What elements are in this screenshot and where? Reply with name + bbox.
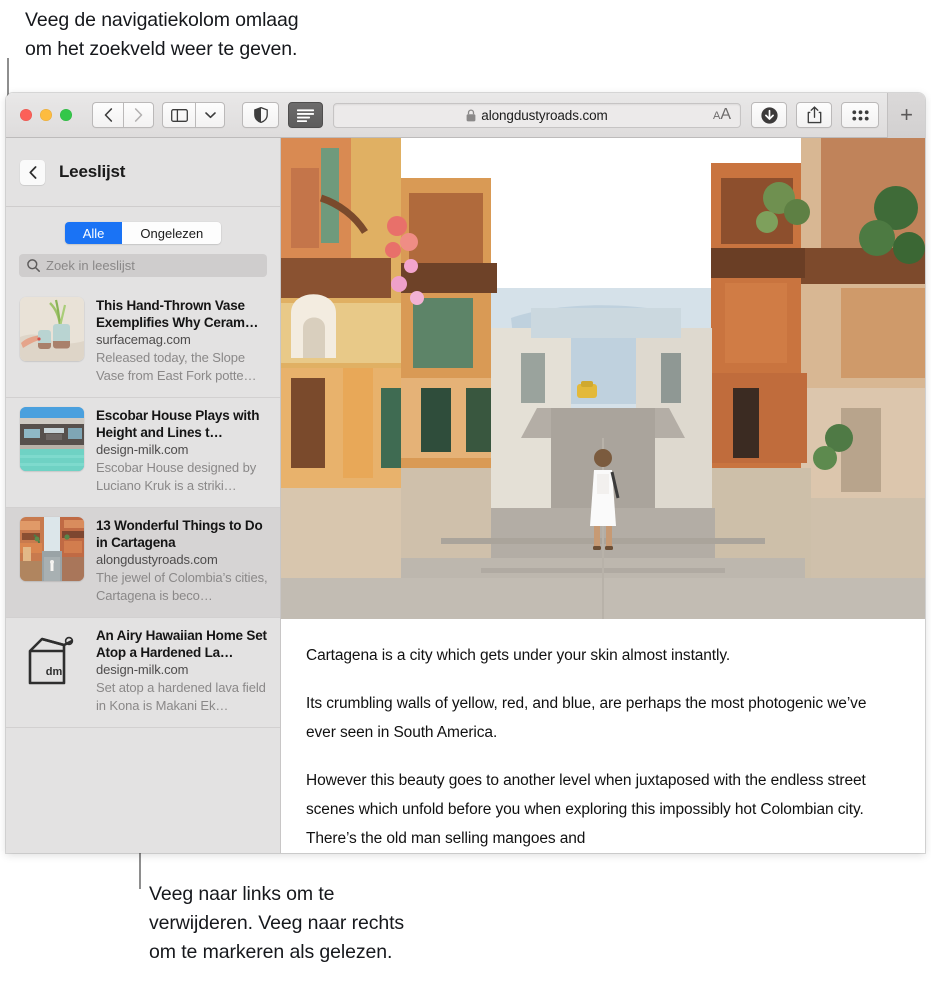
filter-unread-button[interactable]: Ongelezen [122,222,222,244]
text-size-large-label: A [720,106,731,123]
back-button[interactable] [92,102,123,128]
reading-list: This Hand-Thrown Vase Exemplifies Why Ce… [6,288,280,853]
list-item[interactable]: Escobar House Plays with Height and Line… [6,398,280,508]
download-icon [760,106,778,124]
reader-view-icon [297,108,314,122]
tab-overview-icon [851,109,869,120]
new-tab-button[interactable]: + [887,93,925,138]
list-item[interactable]: 13 Wonderful Things to Do in Cartagena a… [6,508,280,618]
list-item[interactable]: dm An Airy Hawaiian Home Set Atop a Hard… [6,618,280,728]
text-size-button[interactable]: AA [713,107,731,123]
sidebar-header: Leeslijst [6,138,280,207]
list-item-text: An Airy Hawaiian Home Set Atop a Hardene… [96,627,270,718]
thumbnail-art: dm [28,636,74,685]
callout-text-bottom: Veeg naar links om te verwijderen. Veeg … [149,883,405,963]
list-item-snippet: Set atop a hardened lava field in Kona i… [96,680,266,713]
forward-chevron-icon [134,108,143,122]
article-text: Cartagena is a city which gets under you… [281,619,925,853]
list-item-site: design-milk.com [96,662,189,677]
navigation-buttons [92,102,154,128]
article-content: 0%#cfe0ea 0%#c4bdb4 [281,138,925,853]
sidebar-controls [162,102,225,128]
share-button[interactable] [796,102,832,128]
chevron-down-icon [204,111,216,118]
list-item[interactable]: This Hand-Thrown Vase Exemplifies Why Ce… [6,288,280,398]
shield-icon [253,107,268,123]
sidebar-title: Leeslijst [59,162,126,181]
list-item-title: This Hand-Thrown Vase Exemplifies Why Ce… [96,298,259,330]
close-window-button[interactable] [20,109,32,121]
list-item-text: Escobar House Plays with Height and Line… [96,407,270,498]
privacy-report-button[interactable] [242,102,279,128]
list-item-text: This Hand-Thrown Vase Exemplifies Why Ce… [96,297,270,388]
lock-icon [466,108,476,121]
safari-window: alongdustyroads.com AA + Leeslijst Alle … [6,93,925,853]
maximize-window-button[interactable] [60,109,72,121]
search-placeholder: Zoek in leeslijst [46,258,135,273]
url-display: alongdustyroads.com [466,107,608,123]
reading-list-sidebar: Leeslijst Alle Ongelezen Zoek in leeslij… [6,138,281,853]
svg-text:dm: dm [46,666,63,678]
list-item-snippet: The jewel of Colombia’s cities, Cartagen… [96,570,268,603]
tab-overview-button[interactable] [841,102,879,128]
window-body: Leeslijst Alle Ongelezen Zoek in leeslij… [6,138,925,853]
back-chevron-icon [28,165,36,179]
ceramic-vases-thumbnail [20,297,84,361]
list-item-text: 13 Wonderful Things to Do in Cartagena a… [96,517,270,608]
downloads-button[interactable] [751,102,787,128]
callout-text-top: Veeg de navigatiekolom omlaag om het zoe… [25,9,299,60]
minimize-window-button[interactable] [40,109,52,121]
search-input[interactable]: Zoek in leeslijst [19,254,267,277]
sidebar-back-button[interactable] [20,159,45,185]
window-controls [20,109,72,121]
back-chevron-icon [104,108,112,122]
thumbnail-art [20,517,84,581]
cartagena-street-thumbnail [20,517,84,581]
url-text: alongdustyroads.com [481,107,608,123]
cartagena-street-photo: 0%#cfe0ea 0%#c4bdb4 [281,138,925,619]
search-icon [27,259,40,272]
search-row: Zoek in leeslijst [6,254,280,288]
share-icon [807,106,821,124]
filter-row: Alle Ongelezen [6,207,280,254]
toggle-sidebar-button[interactable] [162,102,195,128]
article-paragraph: Its crumbling walls of yellow, red, and … [306,695,867,741]
sidebar-menu-button[interactable] [195,102,225,128]
list-item-snippet: Escobar House designed by Luciano Kruk i… [96,460,257,493]
filter-all-button[interactable]: Alle [64,222,123,244]
article-paragraph: However this beauty goes to another leve… [306,772,866,847]
address-bar[interactable]: alongdustyroads.com AA [333,102,741,128]
list-item-site: alongdustyroads.com [96,552,218,567]
reader-view-button[interactable] [288,102,323,128]
list-item-title: Escobar House Plays with Height and Line… [96,408,260,440]
article-paragraph: Cartagena is a city which gets under you… [306,647,731,664]
list-item-title: 13 Wonderful Things to Do in Cartagena [96,518,263,550]
browser-toolbar: alongdustyroads.com AA + [6,93,925,138]
thumbnail-art [20,407,84,471]
design-milk-logo-thumbnail: dm [20,627,84,691]
list-item-title: An Airy Hawaiian Home Set Atop a Hardene… [96,628,267,660]
forward-button[interactable] [123,102,154,128]
list-item-snippet: Released today, the Slope Vase from East… [96,350,257,383]
list-item-site: design-milk.com [96,442,189,457]
modern-house-pool-thumbnail [20,407,84,471]
reading-list-filter-segmented-control: Alle Ongelezen [64,222,222,244]
list-item-site: surfacemag.com [96,332,191,347]
sidebar-toggle-icon [170,108,188,122]
text-size-small-label: A [712,110,721,122]
thumbnail-art [20,297,84,361]
